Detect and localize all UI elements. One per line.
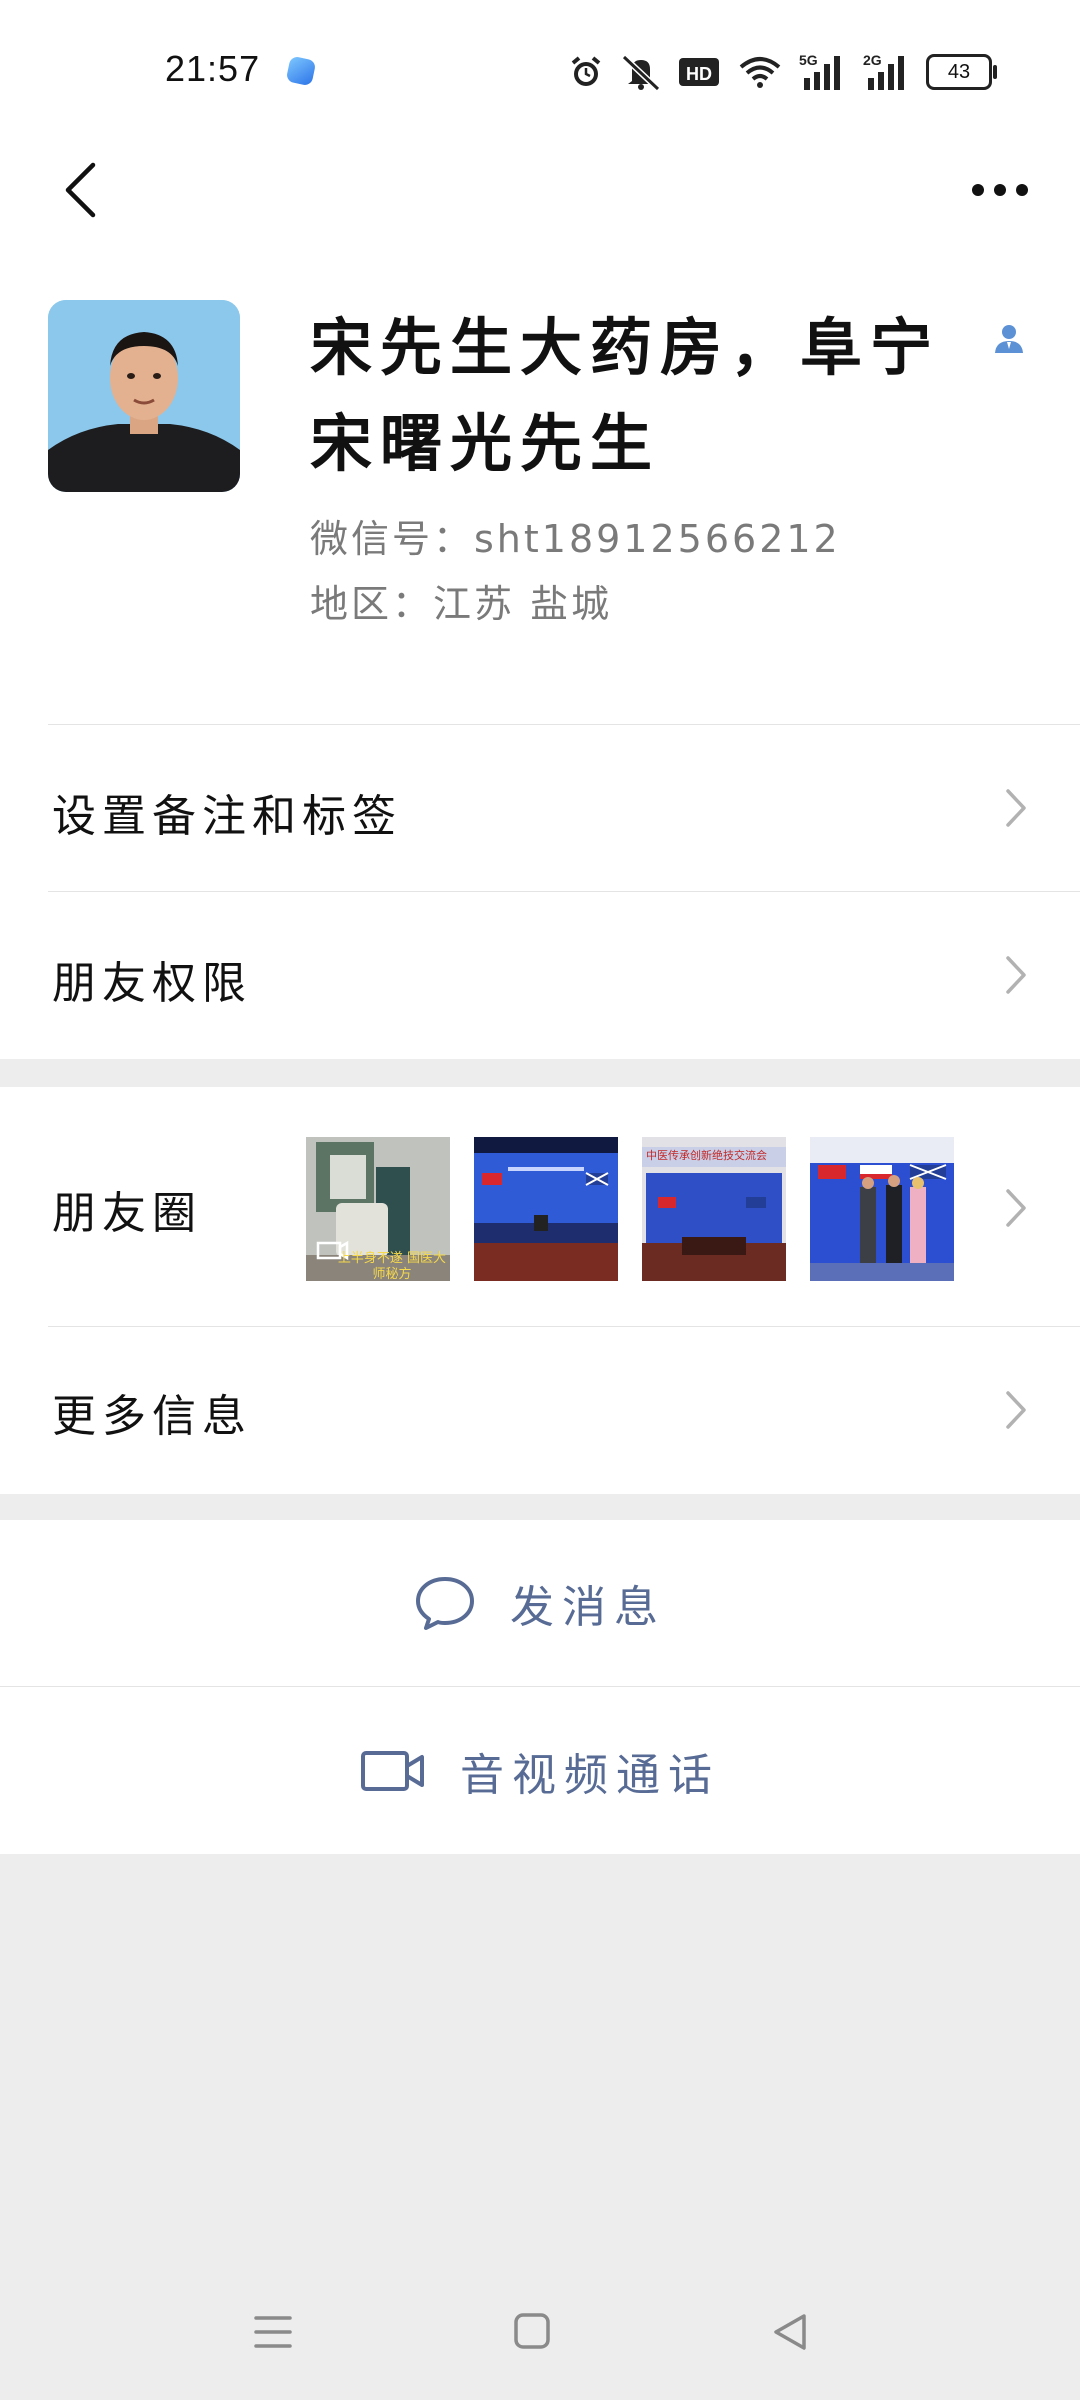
moments-thumbnails: 上半身不遂 国医大师秘方 中医传承创新绝技交流会: [306, 1137, 954, 1281]
moments-row[interactable]: 朋友圈 上半身不遂 国医大师秘方 中医传承创新绝技交流会: [0, 1087, 1080, 1327]
more-options-button[interactable]: [960, 140, 1040, 240]
ellipsis-icon: [972, 184, 1028, 196]
mute-bell-icon: [621, 54, 661, 91]
more-info-label: 更多信息: [52, 1391, 252, 1442]
back-button[interactable]: [30, 140, 130, 240]
profile-header: 宋先生大药房，阜宁宋曙光先生 微信号：sht18912566212 地区：江苏 …: [0, 270, 1080, 725]
contact-profile-screen: 21:57 HD 5G 2G 43 宋先生大药房，阜宁宋曙光先生 微信号：sht…: [0, 0, 1080, 2400]
region: 地区：江苏 盐城: [310, 582, 613, 626]
app-notification-icon: [285, 55, 317, 87]
moments-thumb-caption: 中医传承创新绝技交流会: [646, 1149, 767, 1162]
wifi-icon: [739, 57, 781, 88]
moments-label: 朋友圈: [52, 1188, 202, 1239]
battery-level: 43: [947, 61, 971, 83]
avatar-portrait: [48, 300, 240, 492]
triangle-back-icon[interactable]: [770, 2312, 810, 2352]
svg-text:5G: 5G: [799, 52, 818, 68]
hd-icon: HD: [679, 58, 719, 86]
square-icon[interactable]: [513, 2312, 551, 2350]
friend-permissions-label: 朋友权限: [52, 958, 252, 1009]
system-navigation-bar: [0, 2270, 1080, 2400]
moments-photo-2: [474, 1137, 618, 1281]
video-call-button[interactable]: 音视频通话: [0, 1687, 1080, 1854]
menu-lines-icon[interactable]: [253, 2314, 293, 2350]
signal-5g-icon: 5G: [799, 52, 840, 90]
chat-bubble-icon: [416, 1577, 474, 1630]
send-message-label: 发消息: [510, 1582, 666, 1633]
chevron-right-icon: [1006, 1391, 1026, 1429]
remark-tags-label: 设置备注和标签: [52, 791, 402, 842]
moments-photo-4: [810, 1137, 954, 1281]
send-message-button[interactable]: 发消息: [0, 1520, 1080, 1686]
moments-thumbnail: 中医传承创新绝技交流会: [642, 1137, 786, 1281]
svg-text:2G: 2G: [863, 52, 882, 68]
alarm-icon: [571, 56, 601, 86]
svg-text:HD: HD: [686, 64, 712, 84]
wechat-id: 微信号：sht18912566212: [310, 517, 841, 561]
moments-thumbnail: [474, 1137, 618, 1281]
chevron-left-icon: [65, 162, 96, 218]
moments-thumb-caption: 上半身不遂 国医大师秘方: [337, 1251, 447, 1281]
remark-tags-row[interactable]: 设置备注和标签: [0, 725, 1080, 892]
nav-bar: [0, 140, 1080, 270]
status-bar: 21:57 HD 5G 2G 43: [0, 0, 1080, 140]
chevron-right-icon: [1006, 956, 1026, 994]
status-time: 21:57: [165, 48, 261, 89]
status-icons: HD 5G 2G 43: [568, 50, 997, 94]
video-call-label: 音视频通话: [460, 1749, 720, 1801]
moments-thumbnail: 上半身不遂 国医大师秘方: [306, 1137, 450, 1281]
moments-thumbnail: [810, 1137, 954, 1281]
video-camera-icon: [361, 1750, 424, 1791]
signal-2g-icon: 2G: [863, 52, 904, 90]
contact-person-icon: [995, 325, 1023, 353]
chevron-right-icon: [1006, 1189, 1026, 1227]
more-info-row[interactable]: 更多信息: [0, 1327, 1080, 1494]
friend-permissions-row[interactable]: 朋友权限: [0, 892, 1080, 1059]
profile-name: 宋先生大药房，阜宁宋曙光先生: [310, 311, 941, 480]
chevron-right-icon: [1006, 789, 1026, 827]
battery-icon: 43: [926, 54, 997, 90]
avatar[interactable]: [48, 300, 240, 492]
